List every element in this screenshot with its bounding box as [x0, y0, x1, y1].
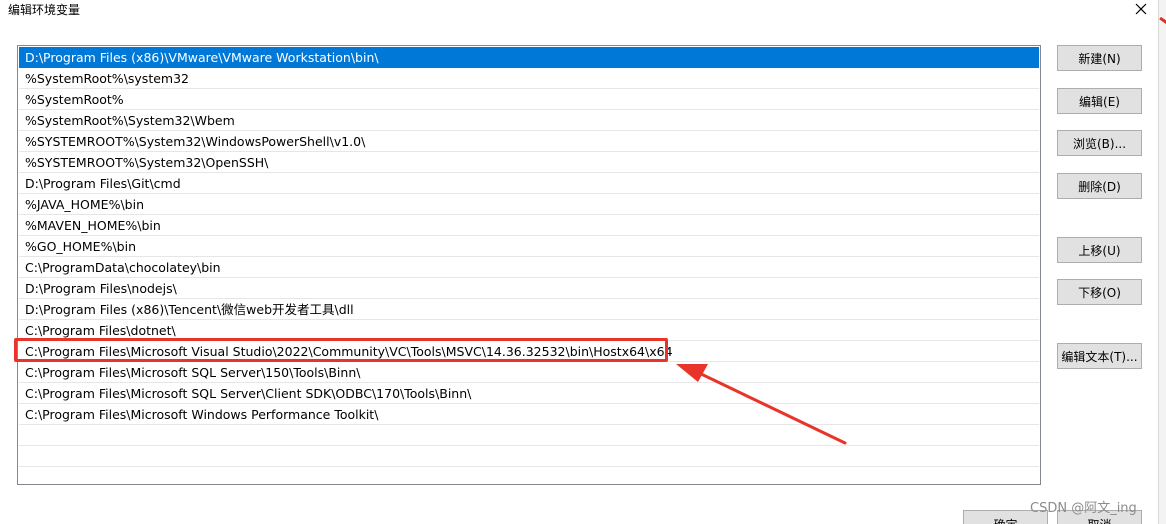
window-title: 编辑环境变量	[8, 3, 81, 17]
path-list-item[interactable]: %SYSTEMROOT%\System32\OpenSSH\	[19, 152, 1039, 173]
move-down-button[interactable]: 下移(O)	[1057, 279, 1142, 305]
path-list-item[interactable]: D:\Program Files\nodejs\	[19, 278, 1039, 299]
path-list-item[interactable]: C:\Program Files\Microsoft Windows Perfo…	[19, 404, 1039, 425]
path-list-item[interactable]: D:\Program Files\Git\cmd	[19, 173, 1039, 194]
new-button[interactable]: 新建(N)	[1057, 45, 1142, 71]
browse-button[interactable]: 浏览(B)...	[1057, 130, 1142, 156]
watermark: CSDN @阿文_ing	[1030, 501, 1137, 516]
move-up-button[interactable]: 上移(U)	[1057, 237, 1142, 263]
edit-text-button[interactable]: 编辑文本(T)...	[1057, 343, 1142, 369]
edit-button[interactable]: 编辑(E)	[1057, 88, 1142, 114]
path-list-item[interactable]: %MAVEN_HOME%\bin	[19, 215, 1039, 236]
path-list[interactable]: D:\Program Files (x86)\VMware\VMware Wor…	[17, 45, 1041, 485]
title-bar: 编辑环境变量	[0, 0, 1160, 20]
path-list-item[interactable]: C:\Program Files\Microsoft Visual Studio…	[19, 341, 1039, 362]
path-list-item[interactable]: %SystemRoot%\System32\Wbem	[19, 110, 1039, 131]
close-button[interactable]	[1126, 0, 1156, 18]
close-icon	[1135, 3, 1147, 15]
path-list-item[interactable]: %JAVA_HOME%\bin	[19, 194, 1039, 215]
background-window-edge	[1158, 0, 1166, 524]
delete-button[interactable]: 删除(D)	[1057, 173, 1142, 199]
path-list-item[interactable]: %SYSTEMROOT%\System32\WindowsPowerShell\…	[19, 131, 1039, 152]
path-list-item[interactable]: C:\Program Files\Microsoft SQL Server\15…	[19, 362, 1039, 383]
path-list-item[interactable]: D:\Program Files (x86)\VMware\VMware Wor…	[19, 47, 1039, 68]
background-red-mark	[1159, 16, 1166, 27]
path-list-item[interactable]: %GO_HOME%\bin	[19, 236, 1039, 257]
edit-environment-variable-dialog: 编辑环境变量 D:\Program Files (x86)\VMware\VMw…	[0, 0, 1166, 524]
path-list-item[interactable]: C:\Program Files\dotnet\	[19, 320, 1039, 341]
path-list-empty-row[interactable]	[19, 446, 1039, 467]
path-list-item[interactable]: %SystemRoot%\system32	[19, 68, 1039, 89]
path-list-empty-row[interactable]	[19, 425, 1039, 446]
path-list-item[interactable]: D:\Program Files (x86)\Tencent\微信web开发者工…	[19, 299, 1039, 320]
path-list-item[interactable]: C:\Program Files\Microsoft SQL Server\Cl…	[19, 383, 1039, 404]
path-list-item[interactable]: C:\ProgramData\chocolatey\bin	[19, 257, 1039, 278]
path-list-item[interactable]: %SystemRoot%	[19, 89, 1039, 110]
